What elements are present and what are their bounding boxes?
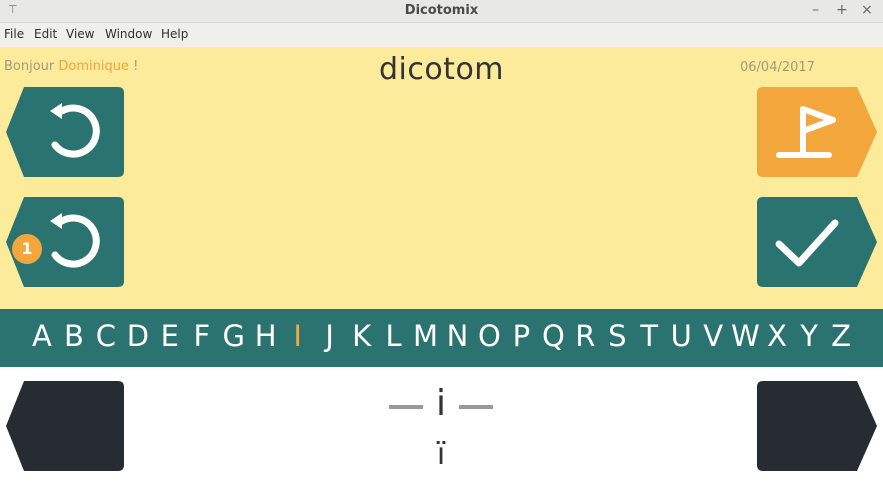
letter-w[interactable]: W [731,319,760,353]
alphabet-bar: ABCDEFGHIJKLMNOPQRSTUVWXYZ [0,309,883,367]
menu-file[interactable]: File [4,27,24,41]
undo-button[interactable] [6,87,126,177]
menu-bar: File Edit View Window Help [0,23,883,47]
letter-x[interactable]: X [763,319,791,353]
letter-d[interactable]: D [124,319,152,353]
left-dash [389,405,423,409]
finish-word-button[interactable] [757,87,877,177]
letter-y[interactable]: Y [795,319,823,353]
current-letter: i [435,383,446,424]
title-bar: ⊤ Dicotomix – + × [0,0,883,23]
letter-h[interactable]: H [252,319,280,353]
menu-edit[interactable]: Edit [34,27,57,41]
upper-panel: Bonjour Dominique ! dicotom 06/04/2017 1 [0,47,883,309]
validate-button[interactable] [757,197,877,287]
letter-a[interactable]: A [28,319,56,353]
letter-c[interactable]: C [92,319,120,353]
letter-r[interactable]: R [571,319,599,353]
letter-m[interactable]: M [412,319,440,353]
letter-b[interactable]: B [60,319,88,353]
letter-f[interactable]: F [188,319,216,353]
close-icon[interactable]: × [861,2,873,18]
letter-e[interactable]: E [156,319,184,353]
letter-n[interactable]: N [443,319,471,353]
date-label: 06/04/2017 [740,60,815,75]
letter-z[interactable]: Z [827,319,855,353]
menu-help[interactable]: Help [161,27,188,41]
finish-word-shape [757,87,877,177]
undo-count-badge: 1 [12,234,42,264]
undo-button-shape [6,87,124,177]
letter-q[interactable]: Q [539,319,567,353]
letter-i[interactable]: I [284,319,312,353]
maximize-icon[interactable]: + [836,2,848,18]
letter-l[interactable]: L [380,319,408,353]
letter-v[interactable]: V [699,319,727,353]
previous-button[interactable] [6,381,126,471]
next-button[interactable] [757,381,877,471]
letter-g[interactable]: G [220,319,248,353]
letter-p[interactable]: P [507,319,535,353]
menu-view[interactable]: View [66,27,94,41]
menu-window[interactable]: Window [105,27,152,41]
letter-variant[interactable]: ï [425,437,457,472]
validate-shape [757,197,877,287]
letter-o[interactable]: O [475,319,503,353]
right-dash [459,405,493,409]
letter-t[interactable]: T [635,319,663,353]
minimize-icon[interactable]: – [812,2,819,18]
lower-panel: i ï [0,367,883,484]
previous-shape [6,381,124,471]
letter-j[interactable]: J [316,319,344,353]
letter-u[interactable]: U [667,319,695,353]
next-shape [757,381,877,471]
window-title: Dicotomix [404,3,479,18]
letter-s[interactable]: S [603,319,631,353]
letter-k[interactable]: K [348,319,376,353]
